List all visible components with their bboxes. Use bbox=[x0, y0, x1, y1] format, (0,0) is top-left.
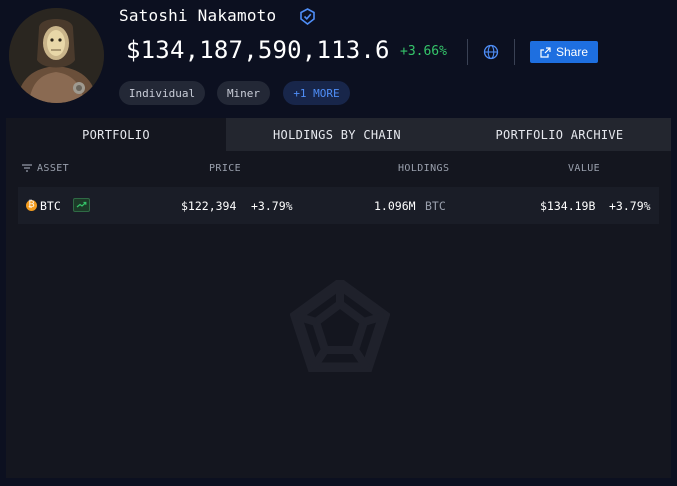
asset-symbol[interactable]: BTC bbox=[40, 199, 61, 213]
avatar bbox=[9, 8, 104, 103]
portfolio-panel: PORTFOLIO HOLDINGS BY CHAIN PORTFOLIO AR… bbox=[6, 118, 671, 478]
verified-badge-icon bbox=[300, 8, 315, 25]
holdings-unit: BTC bbox=[425, 199, 446, 213]
arkham-logo-icon bbox=[290, 280, 390, 372]
share-label: Share bbox=[555, 45, 589, 59]
value-change: +3.79% bbox=[609, 199, 651, 213]
tag-more[interactable]: +1 MORE bbox=[283, 81, 350, 105]
tag-miner[interactable]: Miner bbox=[217, 81, 270, 105]
tab-portfolio-archive[interactable]: PORTFOLIO ARCHIVE bbox=[448, 118, 671, 151]
total-balance: $134,187,590,113.6 bbox=[126, 36, 390, 64]
asset-value: $134.19B bbox=[540, 199, 596, 213]
trend-up-icon[interactable] bbox=[73, 198, 90, 212]
entity-header: Satoshi Nakamoto $134,187,590,113.6 +3.6… bbox=[0, 0, 677, 118]
tab-bar: PORTFOLIO HOLDINGS BY CHAIN PORTFOLIO AR… bbox=[6, 118, 671, 151]
table-row[interactable]: BTC $122,394 +3.79% 1.096M BTC $134.19B … bbox=[18, 187, 659, 224]
entity-name: Satoshi Nakamoto bbox=[119, 6, 277, 25]
price-change: +3.79% bbox=[251, 199, 293, 213]
divider bbox=[467, 39, 468, 65]
globe-icon[interactable] bbox=[483, 44, 499, 60]
column-header-asset[interactable]: ASSET bbox=[37, 163, 69, 174]
balance-change: +3.66% bbox=[400, 44, 447, 59]
column-header-holdings[interactable]: HOLDINGS bbox=[398, 163, 449, 174]
asset-price: $122,394 bbox=[181, 199, 237, 213]
share-button[interactable]: Share bbox=[530, 41, 598, 63]
external-share-icon bbox=[540, 46, 551, 58]
column-header-value[interactable]: VALUE bbox=[568, 163, 600, 174]
tag-individual[interactable]: Individual bbox=[119, 81, 205, 105]
tab-portfolio[interactable]: PORTFOLIO bbox=[6, 118, 226, 151]
tab-holdings-by-chain[interactable]: HOLDINGS BY CHAIN bbox=[226, 118, 448, 151]
holdings-amount: 1.096M bbox=[374, 199, 416, 213]
divider bbox=[514, 39, 515, 65]
bitcoin-icon bbox=[26, 199, 37, 211]
column-header-price[interactable]: PRICE bbox=[209, 163, 241, 174]
filter-lines-icon[interactable] bbox=[22, 164, 32, 172]
